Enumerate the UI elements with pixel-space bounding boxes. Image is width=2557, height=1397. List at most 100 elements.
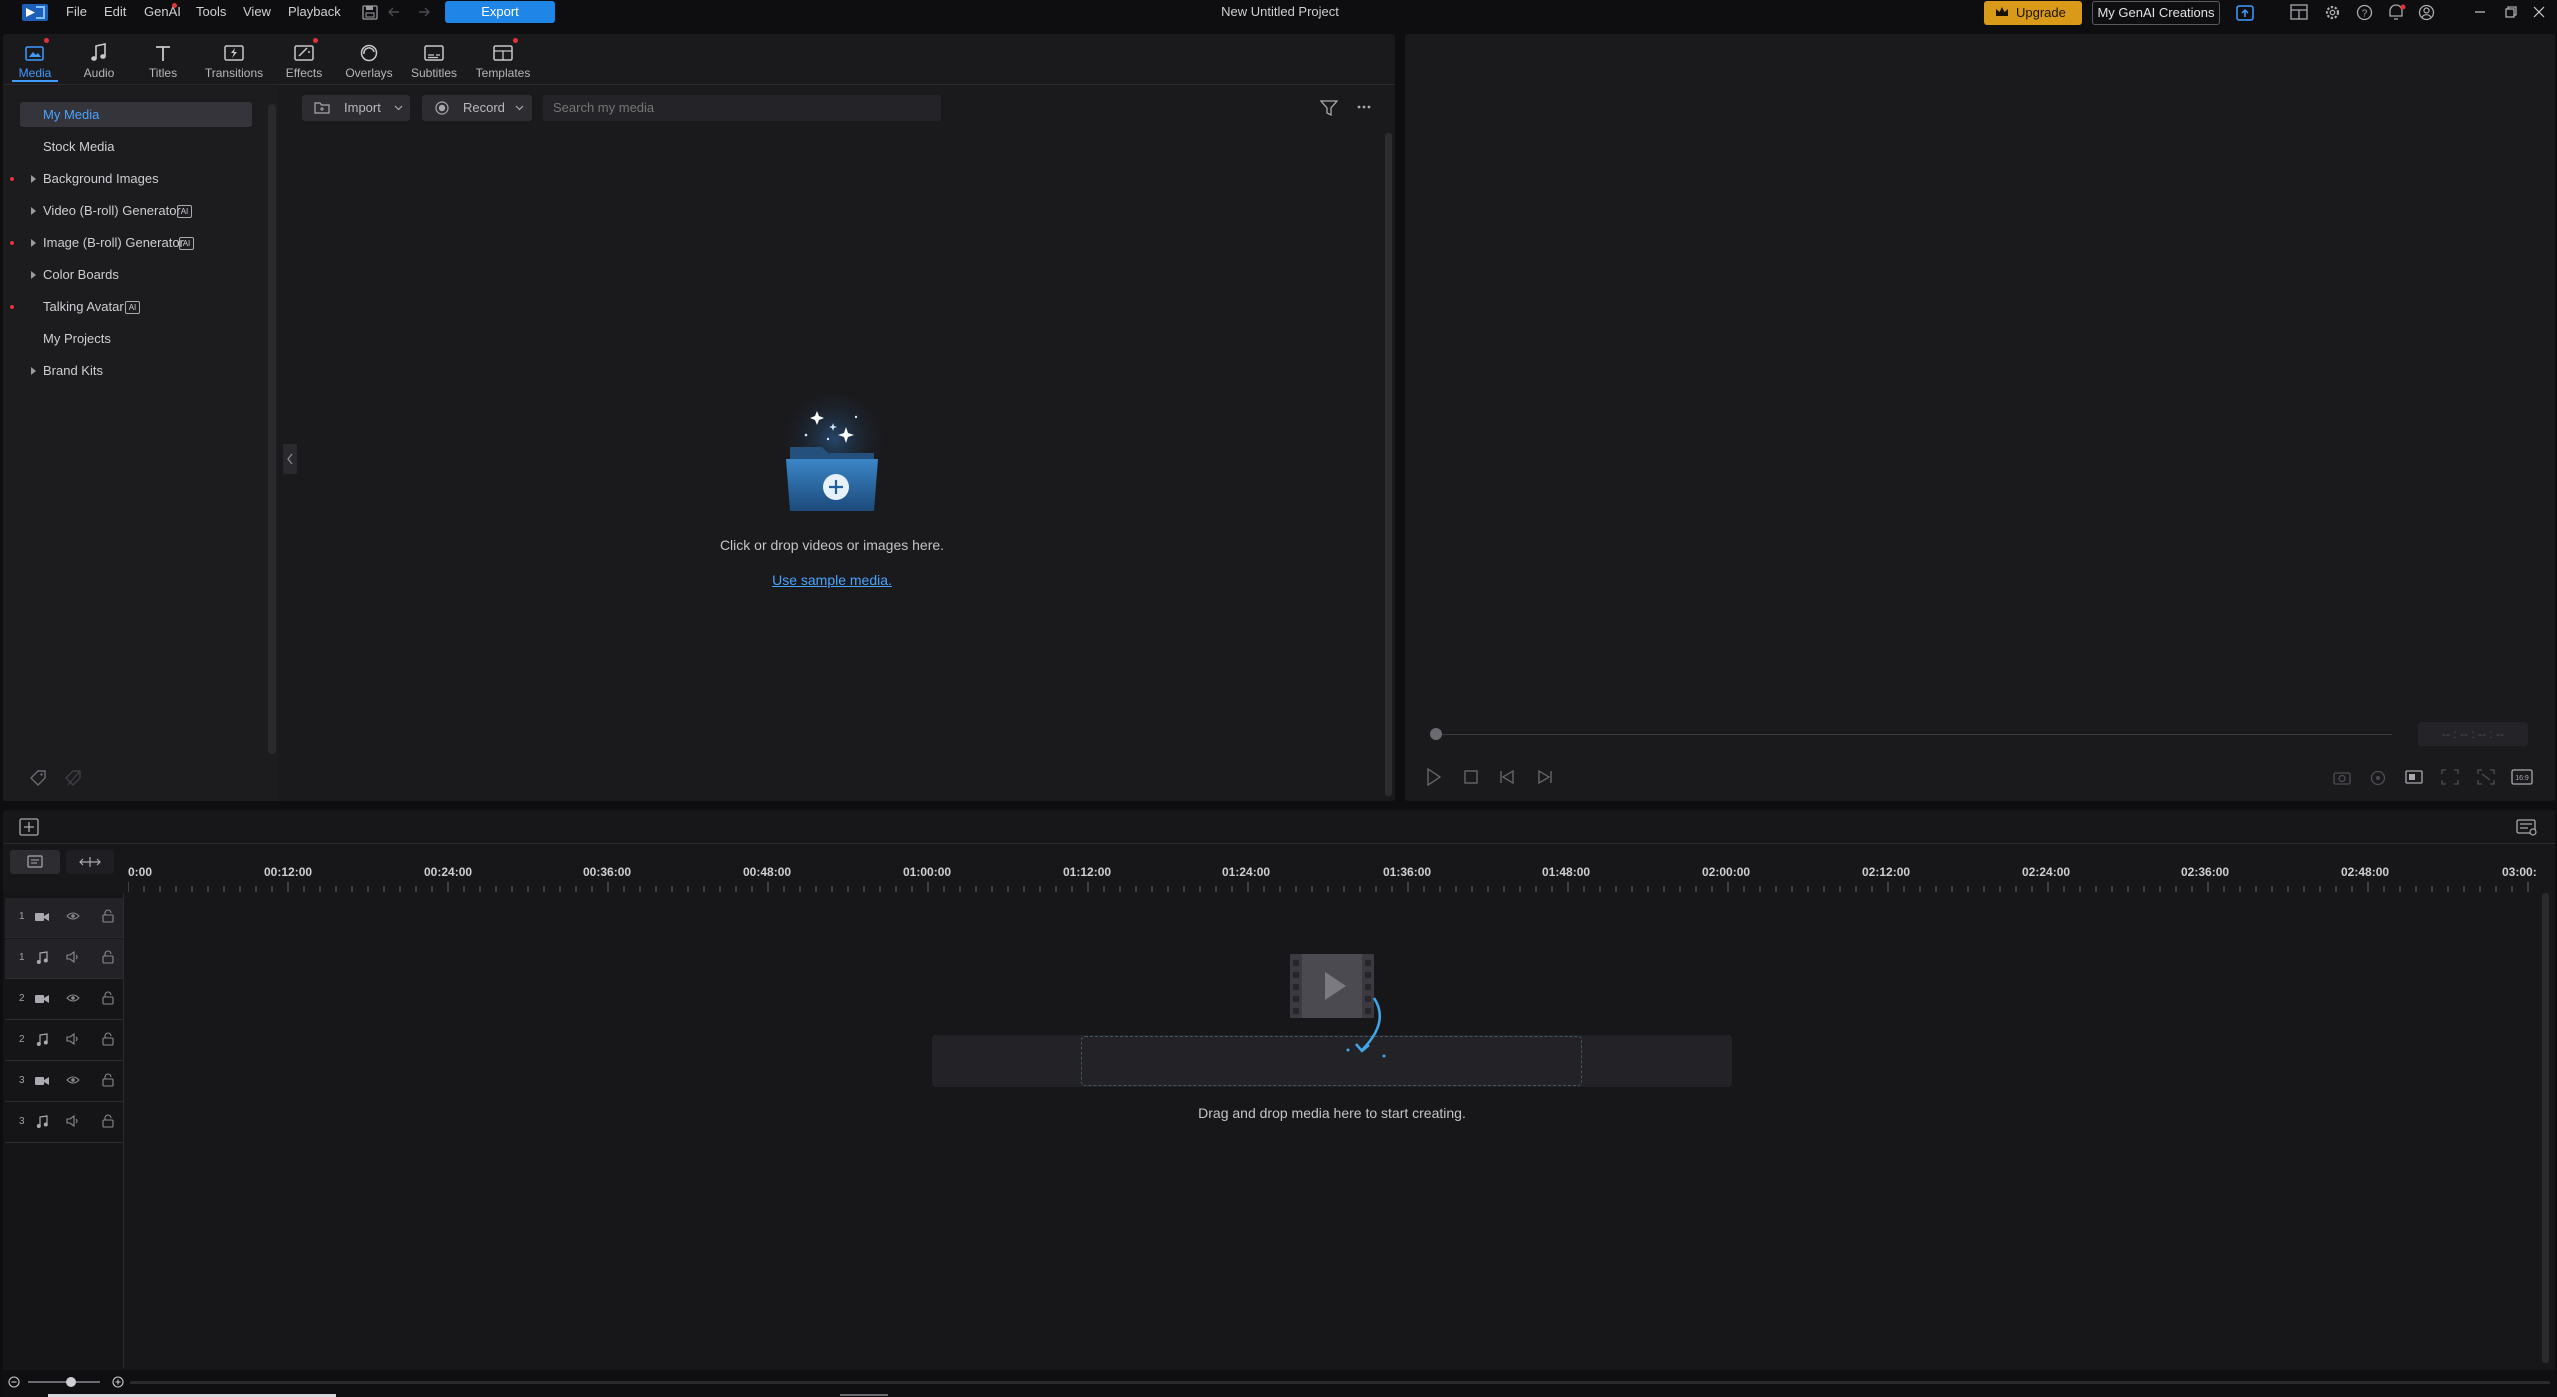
chevron-down-icon[interactable] (515, 105, 524, 111)
menu-playback[interactable]: Playback (288, 3, 341, 21)
more-options-icon[interactable] (1356, 104, 1372, 110)
lock-icon[interactable] (102, 950, 114, 964)
layout-icon[interactable] (2290, 4, 2308, 20)
tab-titles[interactable]: Titles (128, 40, 198, 80)
tab-audio[interactable]: Audio (64, 40, 134, 80)
display-settings-icon[interactable] (2405, 769, 2423, 785)
lock-icon[interactable] (102, 1032, 114, 1046)
track-header-audio-3[interactable]: 3 (5, 1103, 123, 1143)
menu-tools[interactable]: Tools (196, 3, 226, 21)
undo-icon[interactable] (388, 6, 404, 18)
sidebar-item-my-projects[interactable]: My Projects (43, 329, 111, 349)
search-media-input[interactable] (543, 95, 941, 121)
aspect-ratio-icon[interactable]: 16:9 (2511, 768, 2533, 786)
track-header-audio-2[interactable]: 2 (5, 1021, 123, 1061)
expand-arrow-icon[interactable] (31, 207, 36, 215)
snapshot-camera-icon[interactable] (2333, 770, 2351, 785)
expand-arrow-icon[interactable] (31, 239, 36, 247)
media-scrollbar[interactable] (1385, 133, 1392, 796)
minimize-icon[interactable] (2474, 6, 2486, 18)
record-button[interactable]: Record (422, 95, 532, 121)
fit-timeline-button[interactable] (66, 850, 114, 874)
help-icon[interactable]: ? (2356, 4, 2373, 21)
add-media-folder-icon[interactable] (770, 395, 898, 523)
sidebar-item-image-broll-generator[interactable]: Image (B-roll) Generator (43, 233, 184, 253)
playhead-handle[interactable] (1430, 728, 1442, 740)
filter-icon[interactable] (1320, 99, 1338, 117)
sidebar-item-background-images[interactable]: Background Images (43, 169, 159, 189)
lock-icon[interactable] (102, 1073, 114, 1087)
lock-icon[interactable] (102, 991, 114, 1005)
import-button[interactable]: Import (302, 95, 410, 121)
preview-quality-icon[interactable] (2370, 770, 2386, 786)
zoom-slider[interactable] (28, 1381, 100, 1383)
timeline-settings-icon[interactable] (2516, 818, 2538, 836)
ruler-label: 02:24:00 (2022, 865, 2071, 879)
track-header-video-3[interactable]: 3 (5, 1062, 123, 1102)
eye-icon[interactable] (66, 993, 80, 1003)
eye-icon[interactable] (66, 911, 80, 921)
track-header-audio-1[interactable]: 1 (5, 939, 123, 979)
my-genai-creations-button[interactable]: My GenAI Creations (2092, 1, 2220, 25)
zoom-in-icon[interactable] (112, 1376, 124, 1388)
close-icon[interactable] (2533, 6, 2545, 18)
track-header-video-2[interactable]: 2 (5, 980, 123, 1020)
timeline-vertical-scrollbar[interactable] (2542, 893, 2549, 1363)
next-frame-icon[interactable] (1535, 769, 1553, 785)
expand-arrow-icon[interactable] (31, 175, 36, 183)
sidebar-item-stock-media[interactable]: Stock Media (43, 137, 115, 157)
tab-transitions[interactable]: Transitions (199, 40, 269, 80)
expand-arrow-icon[interactable] (31, 367, 36, 375)
save-icon[interactable] (362, 5, 378, 20)
speaker-icon[interactable] (66, 1033, 80, 1045)
timeline-horizontal-scrollbar[interactable] (130, 1381, 2550, 1384)
export-button[interactable]: Export (445, 1, 555, 23)
chevron-down-icon[interactable] (394, 105, 403, 111)
tab-subtitles[interactable]: Subtitles (399, 40, 469, 80)
menu-view[interactable]: View (243, 3, 271, 21)
zoom-slider-handle[interactable] (66, 1377, 76, 1387)
tab-media[interactable]: Media (0, 40, 70, 80)
playback-scrubber[interactable] (1432, 734, 2392, 735)
tab-effects[interactable]: Effects (269, 40, 339, 80)
expand-arrow-icon[interactable] (31, 271, 36, 279)
sidebar-scrollbar[interactable] (268, 104, 276, 754)
notification-icon[interactable] (2387, 4, 2407, 21)
speaker-icon[interactable] (66, 1115, 80, 1127)
sidebar-item-my-media[interactable]: My Media (43, 105, 99, 125)
music-note-icon (64, 40, 134, 66)
lock-icon[interactable] (102, 1114, 114, 1128)
zoom-fit-icon[interactable] (2441, 769, 2459, 785)
sidebar-item-brand-kits[interactable]: Brand Kits (43, 361, 103, 381)
timeline-ruler[interactable] (128, 882, 2538, 892)
collapse-sidebar-button[interactable] (283, 444, 297, 474)
gear-icon[interactable] (2324, 4, 2341, 21)
account-icon[interactable] (2418, 4, 2435, 21)
play-icon[interactable] (1426, 768, 1442, 786)
upload-cloud-icon[interactable] (2235, 3, 2255, 23)
upgrade-button[interactable]: Upgrade (1984, 1, 2082, 25)
stop-icon[interactable] (1464, 770, 1478, 784)
sidebar-item-color-boards[interactable]: Color Boards (43, 265, 119, 285)
zoom-out-icon[interactable] (8, 1376, 20, 1388)
app-logo[interactable] (22, 4, 48, 21)
menu-file[interactable]: File (66, 3, 87, 21)
tab-overlays[interactable]: Overlays (334, 40, 404, 80)
restore-icon[interactable] (2505, 6, 2517, 18)
sidebar-item-video-broll-generator[interactable]: Video (B-roll) Generator (43, 201, 181, 221)
track-header-video-1[interactable]: 1 (5, 898, 123, 938)
tab-templates[interactable]: Templates (468, 40, 538, 80)
menu-edit[interactable]: Edit (104, 3, 126, 21)
remove-tag-icon[interactable] (64, 769, 84, 787)
timeline-tools-icon[interactable] (19, 818, 39, 836)
lock-icon[interactable] (102, 909, 114, 923)
track-manager-button[interactable] (10, 850, 60, 874)
redo-icon[interactable] (414, 6, 430, 18)
speaker-icon[interactable] (66, 951, 80, 963)
eye-icon[interactable] (66, 1075, 80, 1085)
sidebar-item-talking-avatar[interactable]: Talking Avatar (43, 297, 124, 317)
add-tag-icon[interactable] (29, 769, 49, 787)
fullscreen-icon[interactable] (2477, 769, 2495, 785)
use-sample-media-link[interactable]: Use sample media. (700, 572, 964, 588)
previous-frame-icon[interactable] (1499, 769, 1517, 785)
